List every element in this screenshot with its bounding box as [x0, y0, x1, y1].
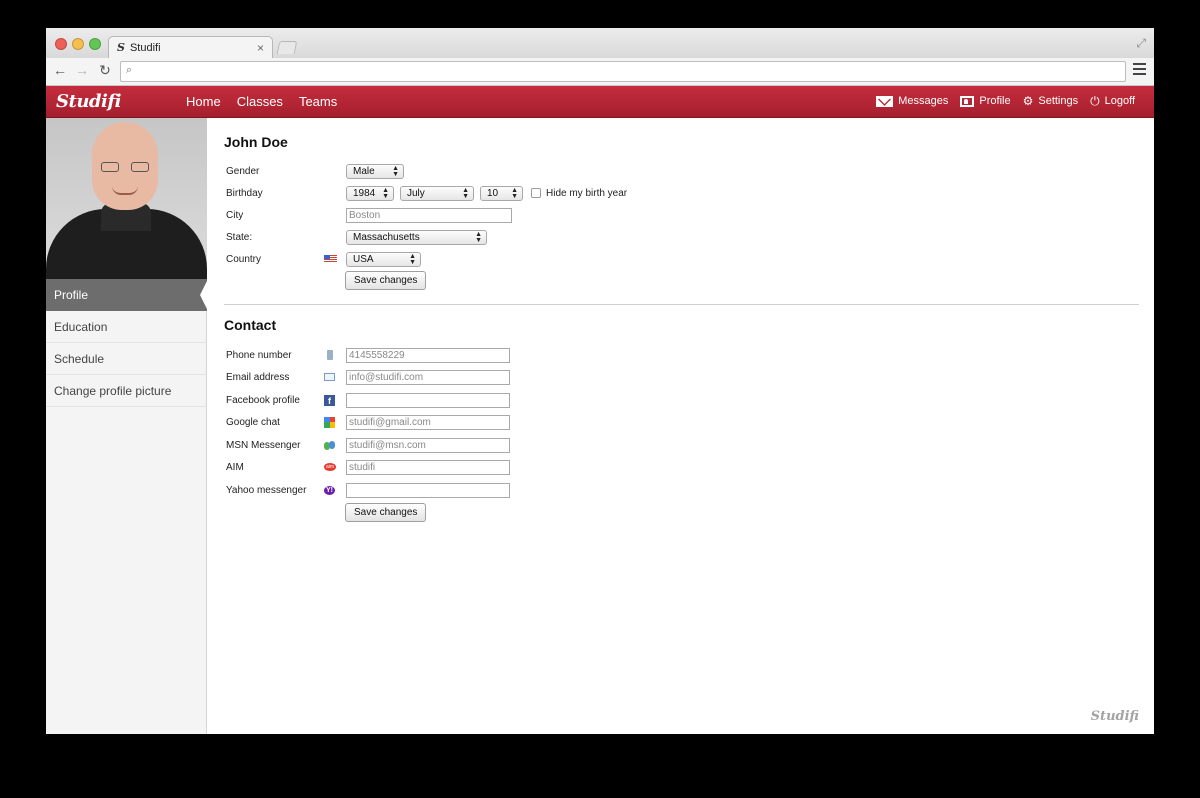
close-window-button[interactable]	[55, 38, 67, 50]
search-icon: ⌕	[126, 64, 133, 76]
reload-icon[interactable]: ↻	[96, 62, 114, 79]
yahoo-icon: Y!	[324, 485, 335, 495]
select-arrows-icon: ▲ ▼	[462, 186, 469, 200]
section-divider	[224, 304, 1139, 305]
aim-input[interactable]: studifi	[346, 459, 510, 475]
back-arrow-icon[interactable]: ←	[51, 62, 69, 78]
contact-row-phone: Phone number 4145558229	[226, 346, 510, 364]
birth-day-select[interactable]: 10 ▲ ▼	[480, 185, 523, 201]
profile-photo	[46, 118, 207, 279]
browser-titlebar: S Studifi × ⤢	[46, 28, 1154, 58]
select-arrows-icon: ▲ ▼	[392, 164, 399, 178]
hide-birth-year-label[interactable]: Hide my birth year	[546, 188, 627, 199]
profile-title: John Doe	[224, 134, 288, 150]
gender-row: Gender Male ▲ ▼	[226, 162, 404, 180]
window-controls	[55, 38, 101, 50]
nav-teams[interactable]: Teams	[299, 94, 337, 109]
select-arrows-icon: ▲ ▼	[409, 252, 416, 266]
main-content: John Doe Gender Male ▲ ▼ Birthday 1984 ▲ ▼ J…	[207, 118, 1154, 734]
google-chat-icon	[324, 416, 335, 428]
state-row: State: Massachusetts ▲ ▼	[226, 228, 487, 246]
browser-window: S Studifi × ⤢ ← → ↻ ⌕ Studifi Home Class…	[46, 28, 1154, 734]
profile-card-icon	[960, 95, 975, 107]
birthday-label: Birthday	[226, 187, 263, 199]
sidebar-item-change-profile-picture[interactable]: Change profile picture	[46, 375, 206, 407]
user-nav: Messages Profile ⚙ Settings ⏻ Logoff	[876, 95, 1135, 107]
gear-icon: ⚙	[1022, 93, 1034, 108]
messages-link[interactable]: Messages	[876, 95, 948, 107]
contact-row-email: Email address info@studifi.com	[226, 368, 510, 386]
studifi-favicon-icon: S	[117, 41, 125, 54]
select-arrows-icon: ▲ ▼	[511, 186, 518, 200]
facebook-icon: f	[324, 394, 335, 406]
contact-row-aim: AIM aim studifi	[226, 458, 510, 476]
facebook-profile-input[interactable]	[346, 392, 510, 408]
country-label: Country	[226, 253, 262, 265]
city-input[interactable]: Boston	[346, 207, 512, 223]
new-tab-button[interactable]	[276, 41, 298, 54]
contact-row-google-chat: Google chat studifi@gmail.com	[226, 413, 510, 431]
minimize-window-button[interactable]	[72, 38, 84, 50]
google-chat-input[interactable]: studifi@gmail.com	[346, 414, 510, 430]
select-arrows-icon: ▲ ▼	[475, 230, 482, 244]
tab-title: Studifi	[129, 41, 161, 54]
contact-title: Contact	[224, 317, 277, 333]
sidebar: Profile Education Schedule Change profil…	[46, 118, 208, 734]
select-arrows-icon: ▲ ▼	[382, 186, 389, 200]
email-address-input[interactable]: info@studifi.com	[346, 369, 510, 385]
fullscreen-icon[interactable]: ⤢	[1136, 36, 1146, 51]
nav-classes[interactable]: Classes	[237, 94, 283, 109]
contact-row-msn: MSN Messenger studifi@msn.com	[226, 436, 510, 454]
contact-row-yahoo: Yahoo messenger Y!	[226, 481, 510, 499]
state-select[interactable]: Massachusetts ▲ ▼	[346, 229, 487, 245]
studifi-logo[interactable]: Studifi	[56, 91, 121, 112]
logoff-label: Logoff	[1104, 95, 1135, 107]
settings-link[interactable]: ⚙ Settings	[1022, 93, 1079, 108]
phone-number-input[interactable]: 4145558229	[346, 347, 510, 363]
footer-logo: Studifi	[1090, 709, 1139, 724]
sidebar-item-education[interactable]: Education	[46, 311, 206, 343]
sidebar-item-schedule[interactable]: Schedule	[46, 343, 206, 375]
profile-label: Profile	[979, 95, 1011, 107]
address-bar[interactable]: ⌕	[120, 61, 1126, 82]
aim-icon: aim	[324, 463, 336, 471]
gender-select[interactable]: Male ▲ ▼	[346, 163, 404, 179]
profile-link[interactable]: Profile	[960, 95, 1011, 107]
country-row: Country USA ▲ ▼	[226, 250, 421, 268]
forward-arrow-icon[interactable]: →	[73, 62, 91, 78]
power-icon: ⏻	[1090, 93, 1100, 108]
logoff-link[interactable]: ⏻ Logoff	[1090, 93, 1135, 108]
us-flag-icon	[324, 255, 337, 263]
country-select[interactable]: USA ▲ ▼	[346, 251, 421, 267]
yahoo-messenger-input[interactable]	[346, 482, 510, 498]
tab-close-icon[interactable]: ×	[257, 41, 264, 55]
gender-label: Gender	[226, 165, 260, 177]
profile-save-button[interactable]: Save changes	[345, 271, 427, 290]
contact-save-button[interactable]: Save changes	[345, 503, 427, 522]
birthday-row: Birthday 1984 ▲ ▼ July ▲ ▼ 10 ▲ ▼ Hide my birt…	[226, 184, 627, 202]
zoom-window-button[interactable]	[89, 38, 101, 50]
msn-messenger-input[interactable]: studifi@msn.com	[346, 437, 510, 453]
birth-month-select[interactable]: July ▲ ▼	[400, 185, 474, 201]
envelope-icon	[876, 95, 894, 107]
main-nav: Home Classes Teams	[186, 94, 337, 109]
browser-toolbar: ← → ↻ ⌕	[46, 58, 1154, 86]
settings-label: Settings	[1038, 95, 1079, 107]
sidebar-item-profile[interactable]: Profile	[46, 279, 208, 311]
contact-row-facebook: Facebook profile f	[226, 391, 510, 409]
messages-label: Messages	[898, 95, 949, 107]
birth-year-select[interactable]: 1984 ▲ ▼	[346, 185, 394, 201]
browser-tab[interactable]: S Studifi ×	[108, 36, 273, 58]
nav-home[interactable]: Home	[186, 94, 221, 109]
email-icon	[324, 373, 335, 381]
phone-icon	[327, 350, 333, 360]
hamburger-menu-icon[interactable]	[1133, 63, 1146, 78]
state-label: State:	[226, 231, 253, 243]
city-row: City Boston	[226, 206, 512, 224]
app-header: Studifi Home Classes Teams Messages Prof…	[46, 86, 1154, 118]
city-label: City	[226, 209, 244, 221]
msn-icon	[324, 440, 336, 451]
hide-birth-year-checkbox[interactable]	[531, 188, 541, 198]
